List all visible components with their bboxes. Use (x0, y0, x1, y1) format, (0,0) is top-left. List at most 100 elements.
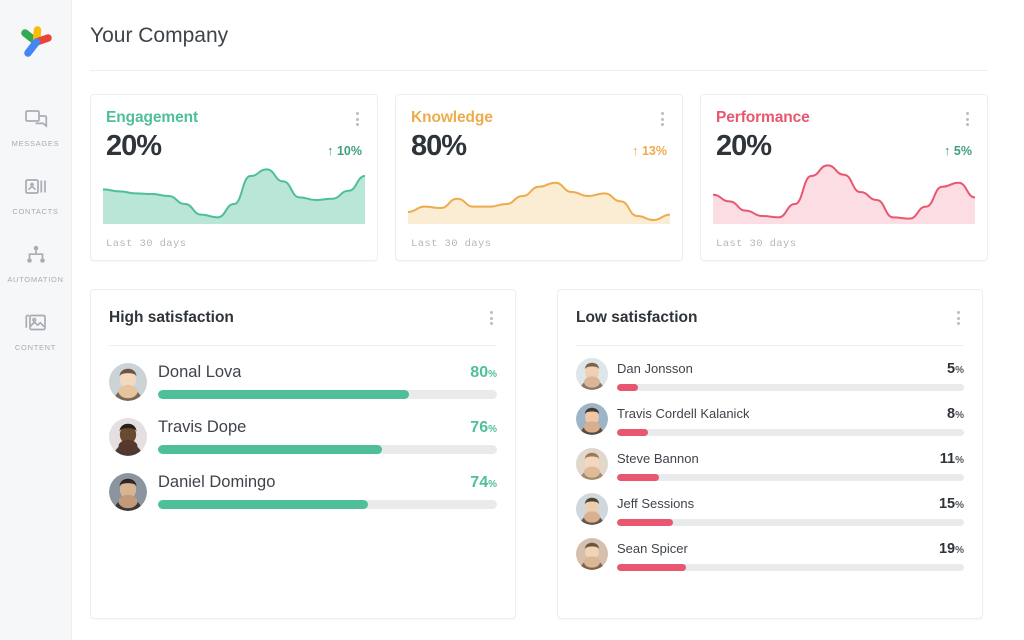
list-item[interactable]: Daniel Domingo 74% (109, 473, 497, 511)
list-item-name: Sean Spicer (617, 541, 688, 556)
avatar-image (109, 473, 147, 511)
list-item-body: Steve Bannon 11% (617, 448, 964, 481)
list-item-header: Donal Lova 80% (158, 363, 497, 382)
list-item-percent: 11% (940, 451, 964, 467)
list-item-percent-value: 19 (938, 541, 956, 557)
list-item-percent-value: 15 (938, 496, 956, 512)
panel-divider (109, 345, 497, 346)
progress-fill (617, 429, 649, 436)
list-item[interactable]: Dan Jonsson 5% (576, 358, 964, 391)
progress-track (158, 445, 497, 454)
percent-sign: % (955, 365, 964, 376)
avatar-sean-spicer (576, 538, 608, 570)
high-satisfaction-list: Donal Lova 80% Travis Dope 76% Daniel Doming… (109, 363, 497, 511)
progress-fill (617, 474, 659, 481)
metric-card-engagement[interactable]: Engagement 20% ↑ 10% Last 30 days (90, 94, 378, 261)
pinwheel-logo-icon (20, 26, 52, 57)
more-options-icon[interactable] (962, 109, 973, 129)
sidebar-item-label: CONTACTS (12, 207, 59, 216)
knowledge-sparkline (408, 152, 670, 224)
low-satisfaction-list: Dan Jonsson 5% Travis Cordell Kalanick 8% St… (576, 358, 964, 571)
node-tree-icon (23, 242, 49, 268)
list-item-name: Daniel Domingo (158, 473, 276, 491)
progress-track (158, 390, 497, 399)
list-item-body: Travis Cordell Kalanick 8% (617, 403, 964, 436)
page-title: Your Company (90, 24, 229, 47)
list-item[interactable]: Steve Bannon 11% (576, 448, 964, 481)
metric-footer: Last 30 days (106, 238, 187, 250)
percent-sign: % (955, 410, 964, 421)
more-options-icon[interactable] (953, 308, 964, 328)
list-item[interactable]: Donal Lova 80% (109, 363, 497, 401)
list-item-percent-value: 8 (947, 406, 956, 422)
list-item[interactable]: Travis Dope 76% (109, 418, 497, 456)
avatar-dan-jonsson (576, 358, 608, 390)
contact-card-icon (23, 174, 49, 200)
panel-divider (576, 345, 964, 346)
list-item-percent: 76% (470, 419, 497, 437)
list-item-body: Dan Jonsson 5% (617, 358, 964, 391)
avatar-image (109, 418, 147, 456)
sidebar-item-content[interactable]: CONTENT (0, 310, 72, 352)
list-item-percent-value: 74 (470, 474, 489, 491)
avatar-jeff-sessions (576, 493, 608, 525)
metric-card-performance[interactable]: Performance 20% ↑ 5% Last 30 days (700, 94, 988, 261)
list-item-percent: 80% (470, 364, 497, 382)
percent-sign: % (488, 424, 497, 435)
sidebar: MESSAGES CONTACTS AUTOMATION CONTENT (0, 0, 72, 640)
more-options-icon[interactable] (657, 109, 668, 129)
percent-sign: % (955, 500, 964, 511)
list-item-header: Dan Jonsson 5% (617, 358, 964, 377)
percent-sign: % (488, 369, 497, 380)
sidebar-item-contacts[interactable]: CONTACTS (0, 174, 72, 216)
dashboard-app: MESSAGES CONTACTS AUTOMATION CONTENT You… (0, 0, 1024, 640)
list-item-header: Sean Spicer 19% (617, 538, 964, 557)
list-item-header: Daniel Domingo 74% (158, 473, 497, 492)
sidebar-item-label: CONTENT (14, 343, 57, 352)
sidebar-item-messages[interactable]: MESSAGES (0, 106, 72, 148)
list-item-percent-value: 80 (470, 364, 489, 381)
avatar-travis-cordell-kalanick (576, 403, 608, 435)
avatar-daniel-domingo (109, 473, 147, 511)
list-item-header: Travis Cordell Kalanick 8% (617, 403, 964, 422)
image-stack-icon (23, 310, 49, 336)
list-item-name: Travis Dope (158, 418, 247, 436)
progress-fill (158, 500, 369, 509)
metric-cards: Engagement 20% ↑ 10% Last 30 days Knowle… (90, 94, 988, 261)
list-item-name: Travis Cordell Kalanick (617, 406, 750, 421)
metric-card-knowledge[interactable]: Knowledge 80% ↑ 13% Last 30 days (395, 94, 683, 261)
progress-track (158, 500, 497, 509)
percent-sign: % (955, 545, 964, 556)
avatar-image (576, 493, 608, 525)
list-item-percent-value: 5 (947, 361, 956, 377)
sidebar-item-automation[interactable]: AUTOMATION (0, 242, 72, 284)
list-item[interactable]: Sean Spicer 19% (576, 538, 964, 571)
metric-title: Performance (716, 109, 810, 126)
satisfaction-panels: High satisfaction Donal Lova 80% Travis Do… (90, 289, 988, 619)
more-options-icon[interactable] (352, 109, 363, 129)
sidebar-item-label: AUTOMATION (7, 275, 64, 284)
panel-title: High satisfaction (109, 309, 234, 326)
panel-high-satisfaction: High satisfaction Donal Lova 80% Travis Do… (90, 289, 516, 619)
list-item[interactable]: Jeff Sessions 15% (576, 493, 964, 526)
progress-track (617, 474, 964, 481)
more-options-icon[interactable] (486, 308, 497, 328)
progress-fill (158, 445, 382, 454)
list-item-body: Donal Lova 80% (158, 363, 497, 399)
list-item[interactable]: Travis Cordell Kalanick 8% (576, 403, 964, 436)
progress-track (617, 519, 964, 526)
metric-title: Knowledge (411, 109, 493, 126)
list-item-name: Steve Bannon (617, 451, 699, 466)
avatar-donal-lova (109, 363, 147, 401)
avatar-image (576, 403, 608, 435)
pinwheel-logo[interactable] (16, 22, 56, 62)
list-item-body: Travis Dope 76% (158, 418, 497, 454)
panel-low-satisfaction: Low satisfaction Dan Jonsson 5% Travis Cor… (557, 289, 983, 619)
list-item-body: Jeff Sessions 15% (617, 493, 964, 526)
header-divider (90, 70, 988, 71)
list-item-percent: 5% (947, 361, 964, 377)
progress-fill (617, 519, 673, 526)
list-item-percent: 19% (939, 541, 964, 557)
list-item-body: Sean Spicer 19% (617, 538, 964, 571)
sidebar-item-label: MESSAGES (11, 139, 60, 148)
